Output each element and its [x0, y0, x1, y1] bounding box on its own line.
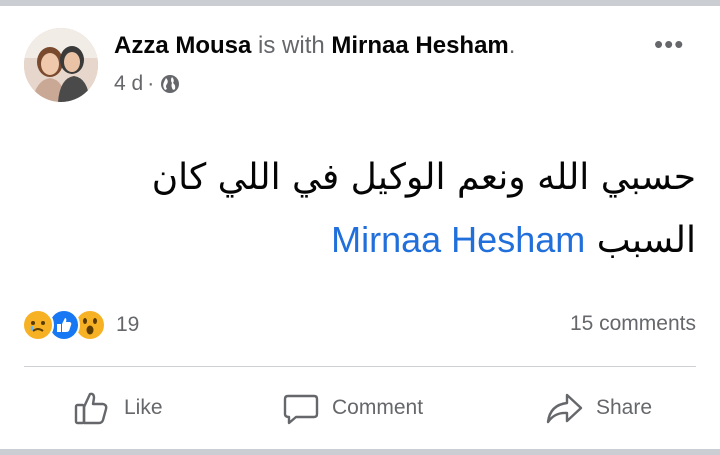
header-period: .	[508, 32, 516, 59]
globe-icon	[160, 74, 180, 94]
meta-separator: ·	[147, 72, 155, 95]
mention-link[interactable]: Mirnaa Hesham	[331, 219, 585, 260]
reactions-summary[interactable]: 19	[22, 309, 139, 341]
more-options-button[interactable]: •••	[654, 31, 684, 57]
share-label: Share	[596, 396, 653, 419]
post-body: حسبي الله ونعم الوكيل في اللي كان السبب …	[96, 147, 696, 272]
comments-count-link[interactable]: 15 comments	[570, 312, 696, 336]
comment-label: Comment	[332, 396, 424, 419]
share-button[interactable]: Share	[544, 386, 652, 430]
share-arrow-icon	[544, 388, 584, 428]
with-text: is with	[251, 32, 332, 59]
post-meta: 4 d ·	[114, 70, 180, 98]
post-header: Azza Mousa is with Mirnaa Hesham.	[114, 31, 515, 61]
comment-bubble-icon	[282, 389, 320, 427]
reaction-count: 19	[116, 313, 140, 336]
author-avatar[interactable]	[24, 28, 98, 102]
post-time-link[interactable]: 4 d	[114, 70, 143, 98]
bottom-separator	[0, 449, 720, 455]
like-label: Like	[124, 396, 163, 419]
actions-divider	[24, 366, 696, 367]
author-name-link[interactable]: Azza Mousa	[114, 32, 251, 59]
top-separator	[0, 0, 720, 6]
like-button[interactable]: Like	[72, 386, 163, 430]
sad-reaction-icon	[22, 309, 54, 341]
tagged-person-link[interactable]: Mirnaa Hesham	[331, 32, 508, 59]
thumbs-up-icon	[72, 388, 112, 428]
comment-button[interactable]: Comment	[282, 386, 423, 430]
